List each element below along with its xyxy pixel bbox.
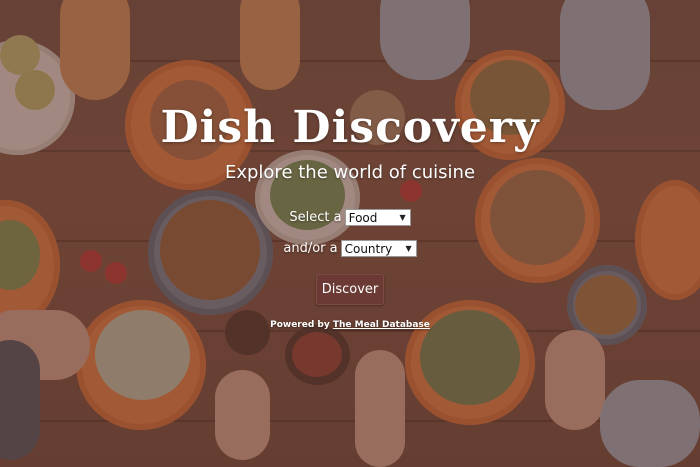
chevron-down-icon: ▼ [405,244,412,253]
select-label: Select a [289,210,342,225]
chevron-down-icon: ▼ [399,213,406,222]
powered-by-prefix: Powered by [270,320,330,330]
discover-button[interactable]: Discover [316,274,384,305]
food-select-row: Select a Food ▼ [0,209,700,226]
meal-database-link[interactable]: The Meal Database [333,320,430,330]
food-select[interactable]: Food ▼ [344,209,411,226]
page-subtitle: Explore the world of cuisine [224,162,476,183]
powered-by: Powered by The Meal Database [0,320,700,330]
country-select[interactable]: Country ▼ [340,240,417,257]
page-title: Dish Discovery [160,102,540,153]
food-select-value: Food [348,210,378,225]
country-select-row: and/or a Country ▼ [0,240,700,257]
hero-section: Dish Discovery Explore the world of cuis… [0,0,700,467]
country-select-value: Country [344,241,393,256]
andor-label: and/or a [283,241,338,256]
